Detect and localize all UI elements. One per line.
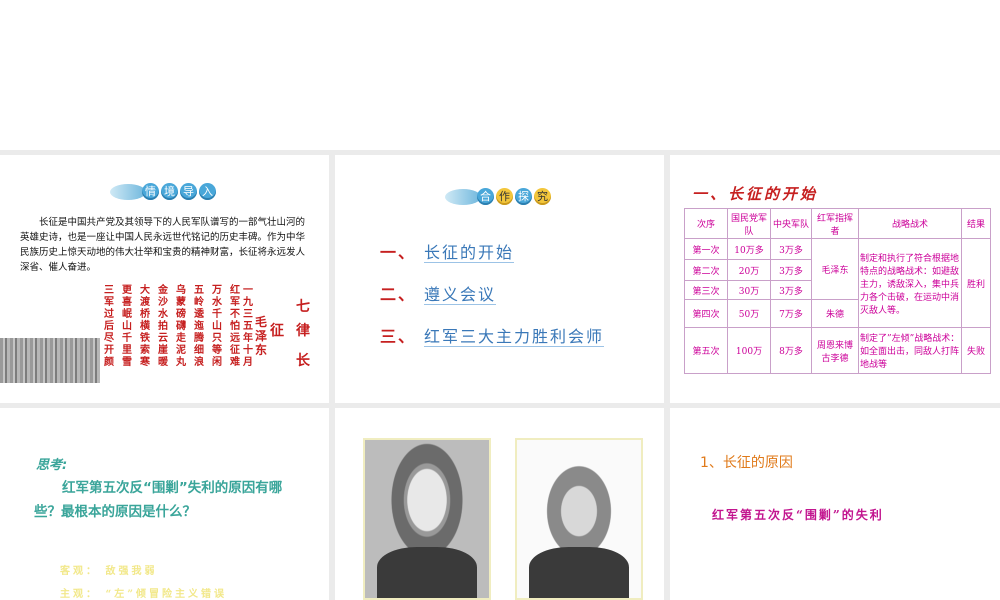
table-cell: 失败 [961,327,991,374]
poem-line: 五岭逶迤腾细浪 [194,285,204,368]
intro-paragraph: 长征是中国共产党及其领导下的人民军队谱写的一部气壮山河的英雄史诗，也是一座让中国… [20,217,306,273]
table-header: 红军指挥者 [811,208,859,239]
slide-thumbnail-6[interactable]: 1、长征的原因 红军第五次反“围剿”的失利 [670,408,1000,600]
table-cell: 20万 [727,259,771,281]
badge-char: 作 [496,188,513,205]
table-cell: 3万多 [770,280,812,300]
poem-date: 一九三五年十月 [243,285,253,368]
slide-thumbnail-3[interactable]: 一、长征的开始 次序 国民党军队 中央军队 红军指挥者 战略战术 结果 第一次 … [670,155,1000,403]
table-header: 战略战术 [858,208,962,239]
swoosh-icon [110,183,146,200]
swoosh-icon [445,188,481,205]
table-cell: 毛泽东 [811,238,859,300]
table-cell: 第二次 [684,259,728,281]
table-header: 国民党军队 [727,208,771,239]
menu-item-1: 一、 长征的开始 [380,243,515,263]
poem-line: 红军不怕远征难 [230,285,240,368]
campaign-table: 次序 国民党军队 中央军队 红军指挥者 战略战术 结果 第一次 10万多 3万多… [684,208,991,374]
menu-item-3: 三、 红军三大主力胜利会师 [380,327,605,347]
badge-char: 合 [477,188,494,205]
think-label: 思考: [36,458,68,473]
portrait-photo-right [515,438,643,600]
slide-title: 一、长征的开始 [692,185,819,203]
portrait-photo-left [363,438,491,600]
badge-char: 情 [142,183,159,200]
hidden-answer-1: 客观： 敌强我弱 [60,566,158,577]
poem-line: 三军过后尽开颜 [104,285,114,368]
section-badge: 情 境 导 入 [110,183,216,200]
table-cell: 周恩来博古李德 [811,327,859,374]
poem-line: 乌蒙磅礴走泥丸 [176,285,186,368]
badge-char: 究 [534,188,551,205]
poem-title-end: 长 [296,353,310,369]
poem-author: 毛泽东 [255,315,268,357]
table-header: 中央军队 [770,208,812,239]
table-cell: 3万多 [770,259,812,281]
table-cell: 10万多 [727,238,771,260]
poem-title: 七律 [296,299,310,339]
table-cell: 第三次 [684,280,728,300]
table-cell: 胜利 [961,238,991,328]
table-cell: 30万 [727,280,771,300]
long-march-photo [0,338,100,383]
badge-char: 境 [161,183,178,200]
badge-char: 探 [515,188,532,205]
poem-line: 大渡桥横铁索寒 [140,285,150,368]
hidden-answer-2: 主观： “左”倾冒险主义错误 [60,589,227,600]
poem-line: 更喜岷山千里雪 [122,285,132,368]
blank-top-area [0,0,1000,150]
slide-thumbnail-1[interactable]: 情 境 导 入 长征是中国共产党及其领导下的人民军队谱写的一部气壮山河的英雄史诗… [0,155,329,403]
table-cell: 100万 [727,327,771,374]
slide-thumbnail-2[interactable]: 合 作 探 究 一、 长征的开始 二、 遵义会议 三、 红军三大主力胜利会师 [335,155,664,403]
badge-char: 导 [180,183,197,200]
table-cell: 3万多 [770,238,812,260]
table-cell: 50万 [727,299,771,328]
table-cell: 第四次 [684,299,728,328]
slide-thumbnail-5[interactable] [335,408,664,600]
table-cell: 8万多 [770,327,812,374]
menu-item-2: 二、 遵义会议 [380,285,497,305]
slide-thumbnail-4[interactable]: 思考: 红军第五次反“围剿”失利的原因有哪些？最根本的原因是什么？ 客观： 敌强… [0,408,329,600]
question-text: 红军第五次反“围剿”失利的原因有哪些？最根本的原因是什么？ [34,480,283,520]
table-cell: 制定了”左倾”战略战术：如全面出击，同敌人打阵地战等 [858,327,962,374]
table-cell: 7万多 [770,299,812,328]
table-cell: 制定和执行了符合根据地特点的战略战术：如避敌主力，诱敌深入，集中兵力各个击破，在… [858,238,962,328]
table-header: 结果 [961,208,991,239]
section-badge: 合 作 探 究 [445,188,551,205]
badge-char: 入 [199,183,216,200]
table-header: 次序 [684,208,728,239]
table-cell: 朱德 [811,299,859,328]
poem-line: 万水千山只等闲 [212,285,222,368]
poem-line: 金沙水拍云崖暖 [158,285,168,368]
poem-title-char: 征 [270,323,284,339]
table-cell: 第五次 [684,327,728,374]
table-cell: 第一次 [684,238,728,260]
reason-title: 1、长征的原因 [700,455,793,471]
reason-text: 红军第五次反“围剿”的失利 [712,508,884,522]
